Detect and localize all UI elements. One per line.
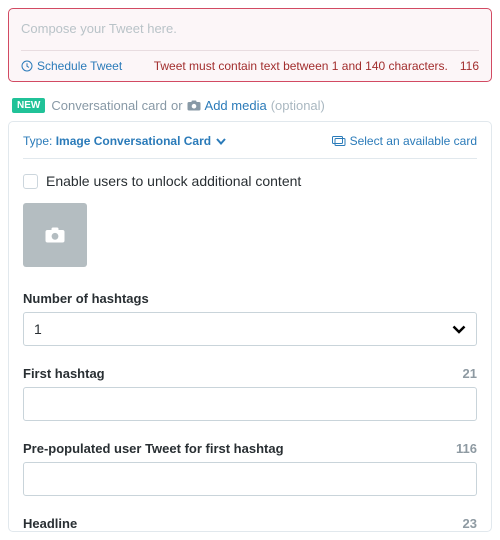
pretweet-input[interactable] [23, 462, 477, 496]
first-hashtag-counter: 21 [463, 366, 477, 381]
select-available-card-link[interactable]: Select an available card [332, 134, 477, 148]
card-header-row: NEW Conversational card or Add media (op… [0, 82, 500, 121]
pretweet-label: Pre-populated user Tweet for first hasht… [23, 441, 284, 456]
card-body: Type: Image Conversational Card Select a… [8, 121, 492, 532]
hashtags-dropdown[interactable]: 1 [23, 312, 477, 346]
compose-footer: Schedule Tweet Tweet must contain text b… [21, 59, 479, 73]
schedule-tweet-label: Schedule Tweet [37, 59, 122, 73]
hashtags-value: 1 [34, 321, 42, 337]
camera-icon [187, 100, 201, 111]
clock-icon [21, 60, 33, 72]
hashtags-label: Number of hashtags [23, 291, 149, 306]
compose-textarea[interactable]: Compose your Tweet here. [21, 19, 479, 51]
image-upload-placeholder[interactable] [23, 203, 87, 267]
compose-error-group: Tweet must contain text between 1 and 14… [154, 59, 479, 73]
select-available-card-label: Select an available card [350, 134, 477, 148]
or-text: or [171, 98, 183, 113]
headline-counter: 23 [463, 516, 477, 531]
camera-upload-icon [45, 227, 65, 243]
enable-unlock-label: Enable users to unlock additional conten… [46, 173, 301, 189]
hashtags-label-row: Number of hashtags [23, 291, 477, 306]
enable-unlock-row[interactable]: Enable users to unlock additional conten… [23, 159, 477, 203]
headline-label-row: Headline 23 [23, 516, 477, 531]
card-type-row: Type: Image Conversational Card Select a… [23, 134, 477, 159]
schedule-tweet-link[interactable]: Schedule Tweet [21, 59, 122, 73]
char-count: 116 [460, 59, 479, 73]
enable-unlock-checkbox[interactable] [23, 174, 38, 189]
chevron-down-icon [216, 138, 226, 145]
first-hashtag-label: First hashtag [23, 366, 105, 381]
add-media-link[interactable]: Add media [205, 98, 267, 113]
chevron-down-icon [452, 325, 466, 334]
first-hashtag-label-row: First hashtag 21 [23, 366, 477, 381]
conversational-card-label: Conversational card [51, 98, 167, 113]
compose-error-text: Tweet must contain text between 1 and 14… [154, 59, 448, 73]
new-badge: NEW [12, 98, 45, 113]
card-stack-icon [332, 136, 346, 146]
type-value: Image Conversational Card [56, 134, 211, 148]
type-label: Type: [23, 134, 52, 148]
optional-text: (optional) [271, 98, 325, 113]
pretweet-counter: 116 [456, 441, 477, 456]
first-hashtag-input[interactable] [23, 387, 477, 421]
compose-box: Compose your Tweet here. Schedule Tweet … [8, 8, 492, 82]
headline-label: Headline [23, 516, 77, 531]
card-type-selector[interactable]: Type: Image Conversational Card [23, 134, 226, 148]
pretweet-label-row: Pre-populated user Tweet for first hasht… [23, 441, 477, 456]
